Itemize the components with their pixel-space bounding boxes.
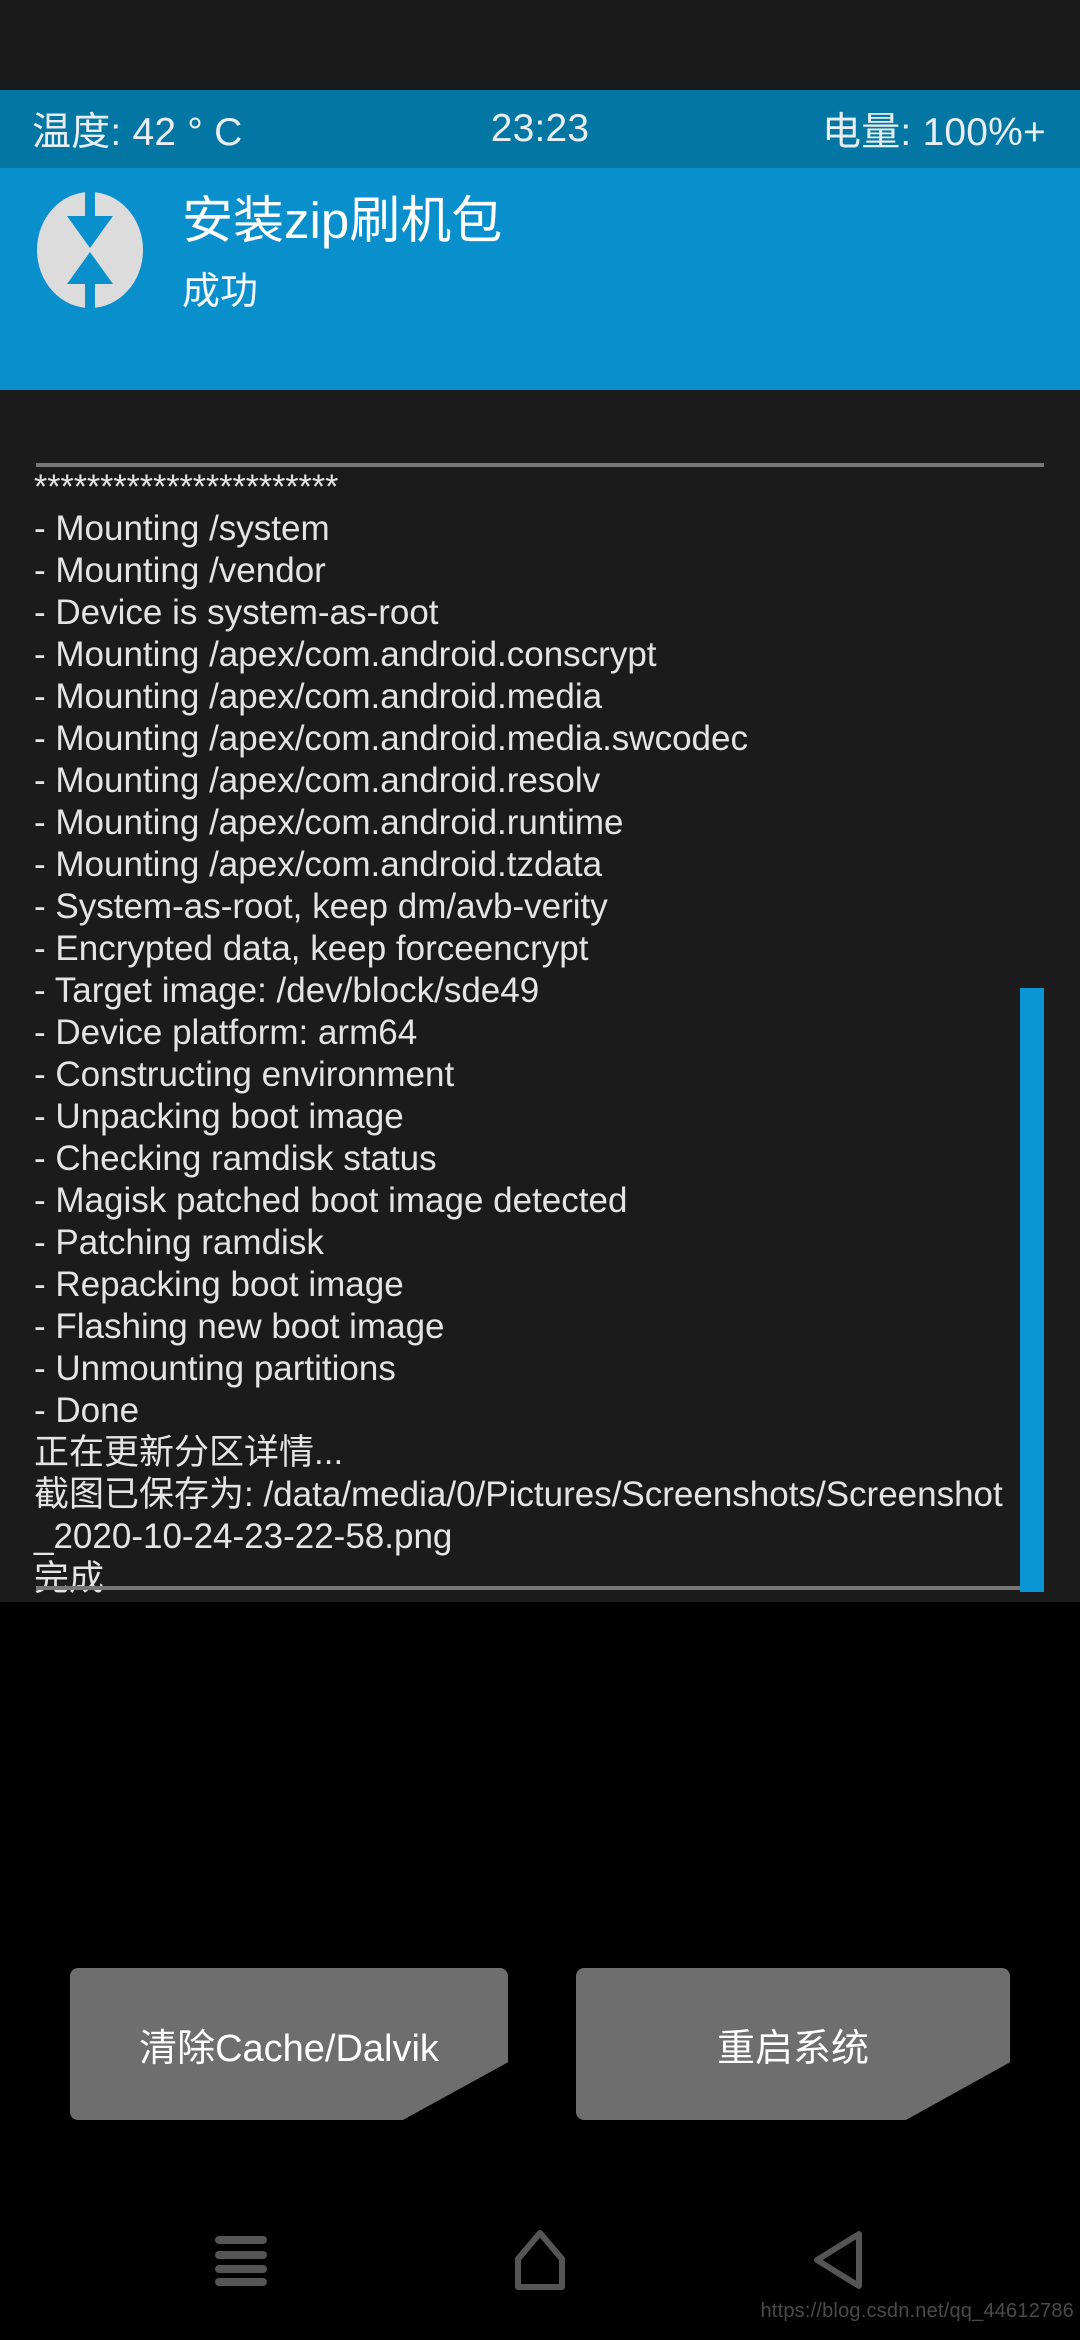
action-button-row: 清除Cache/Dalvik 重启系统	[0, 1968, 1080, 2120]
reboot-system-button[interactable]: 重启系统	[576, 1968, 1010, 2120]
status-message: 成功	[182, 271, 259, 313]
page-title: 安装zip刷机包	[182, 192, 503, 249]
console-scrollbar-thumb[interactable]	[1020, 988, 1044, 1592]
wipe-cache-dalvik-label: 清除Cache/Dalvik	[139, 2027, 439, 2070]
console-log-line: 截图已保存为: /data/media/0/Pictures/Screensho…	[34, 1475, 1003, 1556]
console-log-line: - Constructing environment	[34, 1055, 455, 1094]
action-bar: 安装zip刷机包 成功	[0, 168, 1080, 390]
menu-icon	[211, 2233, 271, 2287]
notch-strip	[0, 0, 1080, 90]
twrp-logo-icon	[35, 190, 145, 310]
console-log-line: - Mounting /apex/com.android.runtime	[34, 803, 624, 842]
console-log-line: - Mounting /apex/com.android.resolv	[34, 761, 601, 800]
status-battery: 电量: 100%+	[822, 111, 1046, 154]
console-log-line: ***********************	[34, 468, 339, 506]
console-log-line: 正在更新分区详情...	[34, 1433, 344, 1472]
console-log-line: - Mounting /apex/com.android.conscrypt	[34, 635, 657, 674]
console-log-line: - Mounting /apex/com.android.media	[34, 677, 603, 716]
status-temperature: 温度: 42 ° C	[32, 111, 243, 154]
home-button[interactable]	[494, 2224, 586, 2296]
console-log-line: - Checking ramdisk status	[34, 1139, 437, 1178]
console-log-line: - Magisk patched boot image detected	[34, 1181, 628, 1220]
console-log-line: - System-as-root, keep dm/avb-verity	[34, 887, 608, 926]
console-log-line: - Mounting /apex/com.android.media.swcod…	[34, 719, 748, 758]
console-log-line: - Mounting /vendor	[34, 551, 326, 590]
twrp-recovery-screen: 温度: 42 ° C 23:23 电量: 100%+ 安装zip刷机包 成功 *…	[0, 0, 1080, 2340]
console-log-line: - Mounting /apex/com.android.tzdata	[34, 845, 603, 884]
status-clock: 23:23	[490, 107, 590, 150]
recents-button[interactable]	[195, 2224, 287, 2296]
console-log-line: - Patching ramdisk	[34, 1223, 324, 1262]
status-bar: 温度: 42 ° C 23:23 电量: 100%+	[0, 90, 1080, 168]
back-triangle-icon	[811, 2229, 867, 2291]
console-output-panel[interactable]: *********************** - Mounting /syste…	[0, 390, 1080, 1602]
console-log-line: - Repacking boot image	[34, 1265, 404, 1304]
console-log-line: - Device is system-as-root	[34, 593, 439, 632]
wipe-cache-dalvik-button[interactable]: 清除Cache/Dalvik	[70, 1968, 508, 2120]
console-scrollbar[interactable]	[1020, 390, 1044, 1602]
console-log-line: - Unpacking boot image	[34, 1097, 404, 1136]
console-log-line: - Flashing new boot image	[34, 1307, 445, 1346]
home-icon	[514, 2229, 566, 2291]
console-log-line: - Done	[34, 1391, 140, 1430]
console-log-line: - Device platform: arm64	[34, 1013, 418, 1052]
console-log-line: 完成...	[34, 1559, 134, 1598]
console-bottom-divider	[36, 1586, 1044, 1590]
console-log-line: - Mounting /system	[34, 509, 330, 548]
console-log-text: *********************** - Mounting /syste…	[34, 466, 1014, 1600]
blog-watermark: https://blog.csdn.net/qq_44612786	[760, 2300, 1074, 2322]
reboot-system-label: 重启系统	[716, 2027, 869, 2070]
console-log-line: - Target image: /dev/block/sde49	[34, 971, 540, 1010]
console-log-line: - Unmounting partitions	[34, 1349, 396, 1388]
back-button[interactable]	[793, 2224, 885, 2296]
console-log-line: - Encrypted data, keep forceencrypt	[34, 929, 589, 968]
